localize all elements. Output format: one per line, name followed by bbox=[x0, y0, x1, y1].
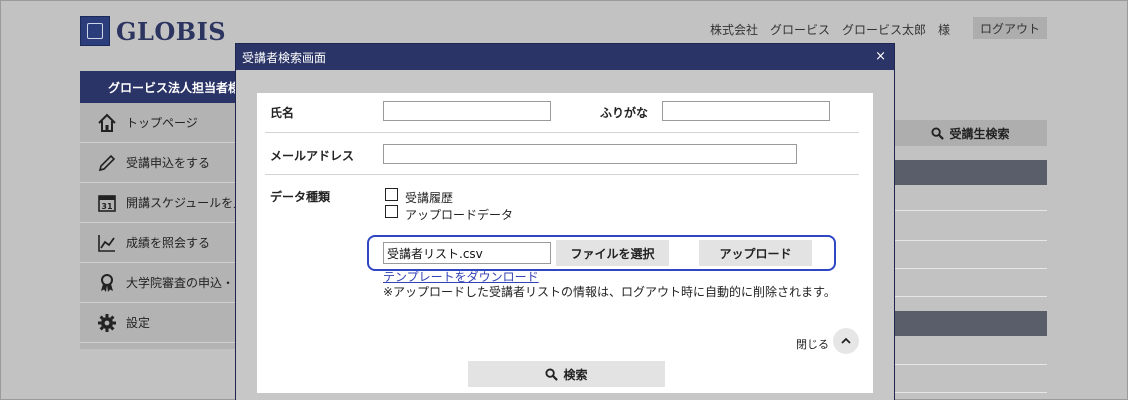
logout-button[interactable]: ログアウト bbox=[973, 17, 1047, 39]
home-icon bbox=[96, 112, 118, 134]
collapse-label[interactable]: 閉じる bbox=[796, 336, 829, 352]
search-modal: 受講者検索画面 × 氏名 ふりがな メールアドレス データ種類 受講履歴 アップ… bbox=[235, 43, 895, 400]
chart-icon bbox=[96, 232, 118, 254]
sidebar-item-label: 大学院審査の申込・閲覧 bbox=[126, 276, 240, 290]
table-header-bar bbox=[894, 160, 1047, 185]
upload-data-checkbox-label: アップロードデータ bbox=[405, 208, 514, 222]
award-icon bbox=[96, 272, 118, 294]
email-label: メールアドレス bbox=[270, 149, 355, 163]
pencil-icon bbox=[96, 152, 118, 174]
history-checkbox[interactable] bbox=[385, 188, 398, 201]
modal-body: 氏名 ふりがな メールアドレス データ種類 受講履歴 アップロードデータ 受講者… bbox=[236, 70, 894, 400]
globis-logo[interactable]: GLOBIS bbox=[80, 16, 226, 46]
modal-titlebar: 受講者検索画面 × bbox=[236, 44, 894, 70]
chevron-up-icon bbox=[841, 337, 851, 344]
table-divider bbox=[894, 392, 1047, 393]
student-search-button[interactable]: 受講生検索 bbox=[894, 120, 1047, 146]
history-checkbox-label: 受講履歴 bbox=[405, 191, 454, 205]
furigana-label: ふりがな bbox=[600, 106, 649, 120]
sidebar: グロービス法人担当者様 トップページ 受講申込をする 31 開講スケジュールを見… bbox=[80, 71, 240, 349]
logo-mark-icon bbox=[80, 16, 110, 46]
sidebar-item-label: 受講申込をする bbox=[126, 156, 211, 170]
user-info: 株式会社 グロービス グロービス太郎 様 bbox=[710, 23, 951, 37]
upload-note: ※アップロードした受講者リストの情報は、ログアウト時に自動的に削除されます。 bbox=[383, 285, 836, 299]
search-button-label: 検索 bbox=[563, 367, 588, 382]
sidebar-item-top[interactable]: トップページ bbox=[80, 103, 240, 143]
table-divider bbox=[894, 296, 1047, 297]
table-header-bar bbox=[894, 311, 1047, 336]
sidebar-item-label: 開講スケジュールを見る bbox=[126, 196, 240, 210]
upload-button[interactable]: アップロード bbox=[699, 240, 812, 266]
search-icon bbox=[931, 126, 945, 140]
search-form: 氏名 ふりがな メールアドレス データ種類 受講履歴 アップロードデータ 受講者… bbox=[257, 93, 873, 393]
choose-file-button[interactable]: ファイルを選択 bbox=[556, 240, 669, 266]
upload-data-checkbox[interactable] bbox=[385, 205, 398, 218]
sidebar-item-apply[interactable]: 受講申込をする bbox=[80, 143, 240, 183]
sidebar-item-settings[interactable]: 設定 bbox=[80, 303, 240, 343]
sidebar-item-schedule[interactable]: 31 開講スケジュールを見る bbox=[80, 183, 240, 223]
search-icon bbox=[545, 367, 559, 381]
gear-icon bbox=[96, 312, 118, 334]
row-divider bbox=[265, 132, 859, 133]
logo-text: GLOBIS bbox=[116, 16, 227, 46]
calendar-icon: 31 bbox=[96, 192, 118, 214]
name-input[interactable] bbox=[383, 101, 551, 121]
name-label: 氏名 bbox=[270, 106, 295, 120]
table-divider bbox=[894, 268, 1047, 269]
table-divider bbox=[894, 210, 1047, 211]
modal-title: 受講者検索画面 bbox=[242, 50, 327, 65]
search-button[interactable]: 検索 bbox=[468, 361, 665, 387]
close-icon[interactable]: × bbox=[875, 49, 886, 64]
email-input[interactable] bbox=[383, 144, 797, 164]
sidebar-item-label: トップページ bbox=[126, 116, 198, 130]
row-divider bbox=[265, 174, 859, 175]
data-type-label: データ種類 bbox=[270, 190, 331, 204]
sidebar-title: グロービス法人担当者様 bbox=[80, 71, 240, 103]
table-divider bbox=[894, 364, 1047, 365]
collapse-button[interactable] bbox=[833, 328, 859, 354]
student-search-label: 受講生検索 bbox=[949, 126, 1010, 141]
sidebar-item-grades[interactable]: 成績を照会する bbox=[80, 223, 240, 263]
table-divider bbox=[894, 240, 1047, 241]
furigana-input[interactable] bbox=[662, 101, 830, 121]
svg-text:31: 31 bbox=[101, 202, 113, 211]
sidebar-item-label: 成績を照会する bbox=[126, 236, 211, 250]
sidebar-item-graduate[interactable]: 大学院審査の申込・閲覧 bbox=[80, 263, 240, 303]
file-name-field[interactable]: 受講者リスト.csv bbox=[383, 242, 551, 264]
sidebar-item-label: 設定 bbox=[126, 316, 151, 330]
